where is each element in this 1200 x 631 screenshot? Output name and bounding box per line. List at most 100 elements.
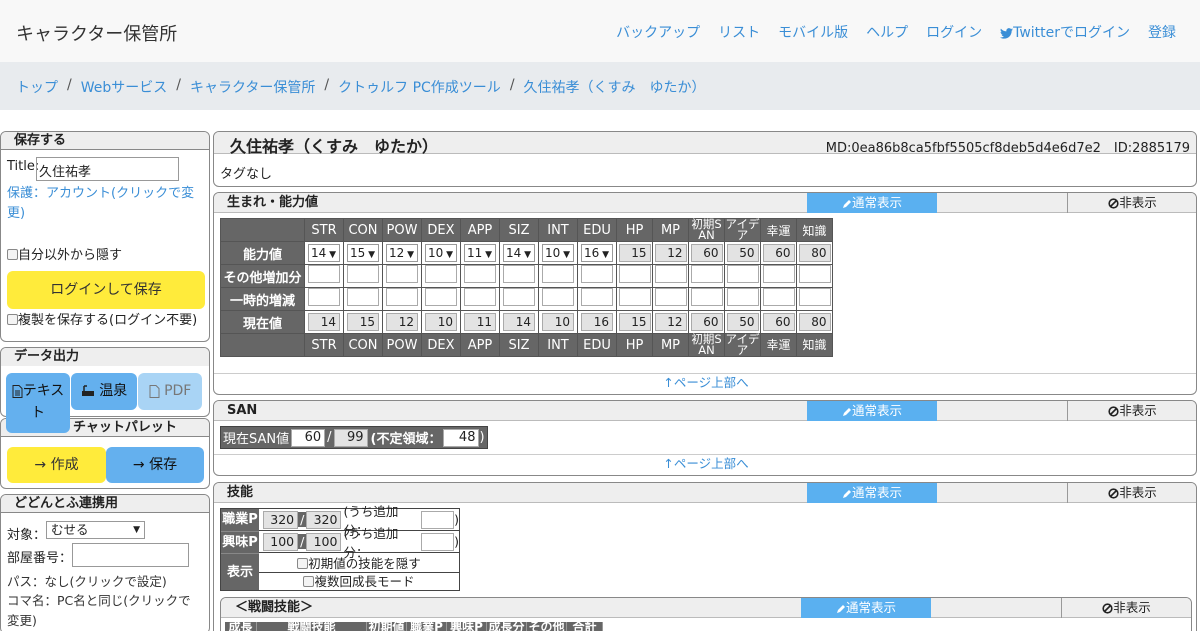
ability-other-input[interactable]	[581, 265, 613, 283]
ability-select[interactable]: 10 ▼	[425, 244, 457, 262]
ability-other-input[interactable]	[425, 265, 457, 283]
protect-link[interactable]: 保護：アカウント(クリックで変更)	[7, 184, 203, 224]
ability-select[interactable]: 12 ▼	[386, 244, 418, 262]
copy-save-checkbox[interactable]	[7, 314, 18, 325]
ability-temp-input[interactable]	[654, 288, 687, 306]
ability-other-input[interactable]	[618, 265, 651, 283]
job-points-total: 320	[263, 510, 299, 529]
san-hide-button[interactable]: 非表示	[1067, 401, 1196, 421]
ability-other-input[interactable]	[542, 265, 574, 283]
san-normal-view-button[interactable]: 通常表示	[807, 401, 937, 421]
ability-other-row: その他増加分	[220, 264, 833, 288]
pdf-file-icon	[149, 384, 160, 398]
nav-register-link[interactable]: 登録	[1148, 22, 1176, 42]
target-select[interactable]: むせる ▼	[46, 521, 145, 539]
ability-temp-input[interactable]	[542, 288, 574, 306]
hide-initial-checkbox[interactable]	[297, 558, 309, 569]
ban-icon	[1108, 198, 1119, 209]
ability-other-input[interactable]	[464, 265, 496, 283]
abilities-hide-button[interactable]: 非表示	[1067, 193, 1196, 213]
skills-panel: 技能 通常表示 非表示 職業P 320/320 (うち追加分：) 興味P 100/…	[213, 482, 1197, 631]
skills-heading-label: 技能	[227, 485, 254, 500]
ability-temp-input[interactable]	[798, 288, 831, 306]
skills-normal-view-button[interactable]: 通常表示	[807, 483, 937, 503]
combat-hide-button[interactable]: 非表示	[1061, 598, 1191, 618]
breadcrumb-current[interactable]: 久住祐孝（くすみ ゆたか）	[524, 77, 706, 97]
ability-select[interactable]: 16 ▼	[581, 244, 613, 262]
ability-other-cell	[460, 264, 500, 288]
export-pdf-button[interactable]: PDF	[138, 373, 202, 410]
nav-login-link[interactable]: ログイン	[926, 22, 982, 42]
abilities-heading: 生まれ・能力値 通常表示 非表示	[214, 193, 1196, 213]
ability-temp-input[interactable]	[464, 288, 496, 306]
ability-other-input[interactable]	[690, 265, 723, 283]
ability-other-input[interactable]	[308, 265, 340, 283]
close-paren: )	[454, 512, 459, 527]
breadcrumb-webservice[interactable]: Webサービス	[81, 77, 168, 97]
room-number-input[interactable]	[72, 543, 189, 567]
twitter-icon	[1000, 27, 1014, 39]
breadcrumb-cthulhu-tool[interactable]: クトゥルフ PC作成ツール	[338, 77, 501, 97]
nav-mobile-link[interactable]: モバイル版	[778, 22, 848, 42]
ability-other-input[interactable]	[503, 265, 535, 283]
nav-list-link[interactable]: リスト	[718, 22, 760, 42]
export-text-button[interactable]: テキスト	[6, 373, 70, 433]
ability-select[interactable]: 14 ▼	[308, 244, 340, 262]
pass-link[interactable]: パス：なし(クリックで設定)	[7, 571, 167, 590]
nav-backup-link[interactable]: バックアップ	[616, 22, 700, 42]
brand-title[interactable]: キャラクター保管所	[16, 20, 177, 46]
login-save-button[interactable]: ログインして保存	[7, 271, 205, 309]
ability-select[interactable]: 14 ▼	[503, 244, 535, 262]
hobby-extra-input[interactable]	[421, 532, 455, 551]
title-input[interactable]: 久住祐孝	[36, 157, 179, 181]
palette-save-button[interactable]: → 保存	[106, 447, 204, 483]
export-onsen-button[interactable]: 温泉	[71, 373, 137, 410]
ability-temp-input[interactable]	[386, 288, 418, 306]
ability-temp-input[interactable]	[690, 288, 723, 306]
ability-other-input[interactable]	[798, 265, 831, 283]
hobby-points-row: 100/100 (うち追加分：)	[259, 526, 459, 560]
skills-hide-button[interactable]: 非表示	[1067, 483, 1196, 503]
ability-temp-cell	[421, 287, 461, 311]
nav-help-link[interactable]: ヘルプ	[866, 22, 908, 42]
job-extra-input[interactable]	[421, 510, 455, 529]
ability-select[interactable]: 10 ▼	[542, 244, 574, 262]
ability-temp-input[interactable]	[762, 288, 795, 306]
koma-name-link[interactable]: コマ名：PC名と同じ(クリックで変更)	[7, 591, 203, 631]
ability-temp-input[interactable]	[308, 288, 340, 306]
hide-others-checkbox[interactable]	[7, 249, 18, 260]
col-footer: DEX	[421, 333, 461, 357]
ability-current-cell: 12	[382, 310, 422, 334]
san-current-input[interactable]: 60	[291, 428, 326, 447]
breadcrumb-top[interactable]: トップ	[16, 77, 58, 97]
ability-other-cell	[616, 264, 653, 288]
palette-create-button[interactable]: → 作成	[7, 447, 106, 483]
ability-temp-input[interactable]	[425, 288, 457, 306]
ability-base-cell: 50	[724, 241, 761, 265]
ability-select[interactable]: 11 ▼	[464, 244, 496, 262]
hide-label: 非表示	[1119, 485, 1157, 500]
abilities-heading-label: 生まれ・能力値	[227, 195, 319, 210]
combat-normal-view-button[interactable]: 通常表示	[801, 598, 931, 618]
ability-other-input[interactable]	[726, 265, 759, 283]
ability-other-input[interactable]	[762, 265, 795, 283]
normal-view-label: 通常表示	[851, 485, 902, 500]
ability-other-input[interactable]	[386, 265, 418, 283]
ability-temp-input[interactable]	[726, 288, 759, 306]
ability-other-input[interactable]	[654, 265, 687, 283]
ability-other-input[interactable]	[347, 265, 379, 283]
ability-select[interactable]: 15 ▼	[347, 244, 379, 262]
multi-growth-checkbox[interactable]	[303, 576, 315, 587]
col-header: アイデア	[724, 217, 761, 242]
ability-temp-input[interactable]	[503, 288, 535, 306]
san-page-top-link[interactable]: ↑ページ上部へ	[214, 454, 1196, 472]
ability-temp-cell	[304, 287, 344, 311]
breadcrumb-character-storage[interactable]: キャラクター保管所	[190, 77, 315, 97]
slash: /	[298, 512, 307, 527]
abilities-page-top-link[interactable]: ↑ページ上部へ	[214, 373, 1196, 391]
ability-temp-input[interactable]	[618, 288, 651, 306]
abilities-normal-view-button[interactable]: 通常表示	[807, 193, 937, 213]
ability-temp-input[interactable]	[581, 288, 613, 306]
nav-twitter-login-link[interactable]: Twitterでログイン	[1000, 22, 1130, 42]
ability-temp-input[interactable]	[347, 288, 379, 306]
